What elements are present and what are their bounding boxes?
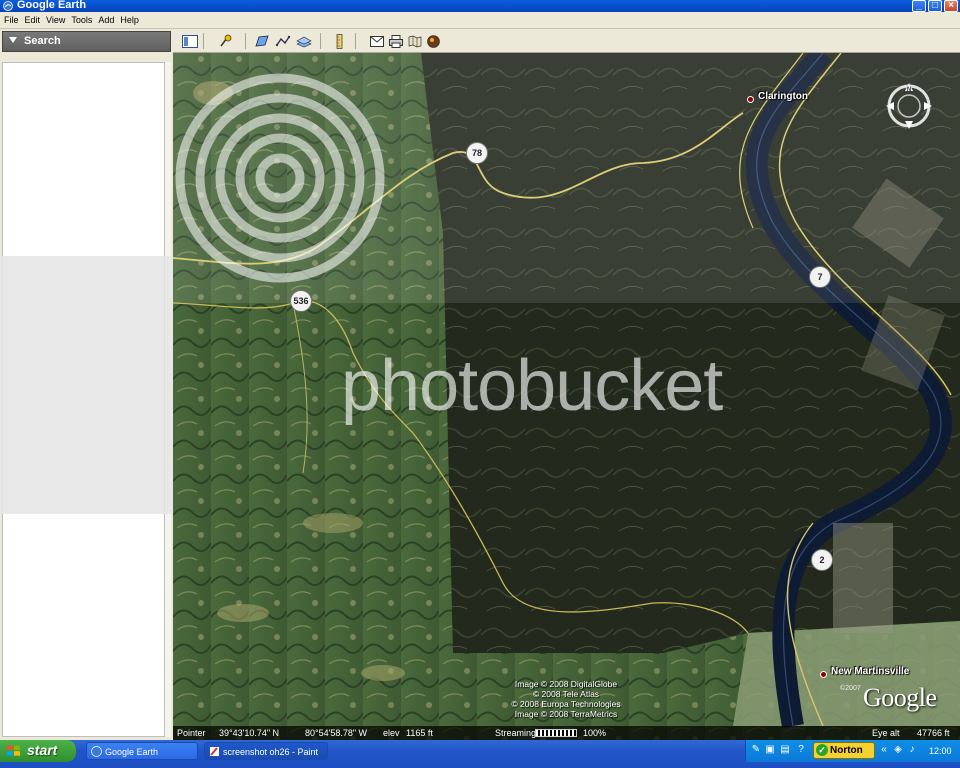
sky-icon[interactable] — [425, 33, 442, 49]
toolbar-separator — [355, 33, 356, 49]
path-icon[interactable] — [274, 33, 291, 49]
paint-icon — [210, 747, 219, 756]
search-panel-header[interactable]: Search — [2, 31, 171, 52]
credit-line: © 2008 Tele Atlas — [532, 689, 600, 699]
copyright-year: ©2007 — [840, 685, 861, 692]
system-tray: ✎ ▣ ▤ ? ✓ Norton « ◈ ♪ 12:00 PM — [745, 740, 960, 762]
network-tray-icon[interactable]: ▣ — [764, 744, 776, 756]
system-clock[interactable]: 12:00 PM — [929, 740, 960, 768]
pointer-longitude: 80°54'58.78" W — [305, 728, 368, 738]
compass-navigation-control[interactable]: N — [884, 81, 934, 131]
credit-line: Image © 2008 TerraMetrics — [514, 709, 618, 719]
windows-logo-icon — [7, 745, 20, 756]
volume-tray-icon[interactable]: ♪ — [906, 744, 918, 756]
taskbar-item-label: screenshot oh26 - Paint — [223, 747, 319, 757]
google-logo: Google — [863, 683, 937, 712]
place-marker-dot[interactable] — [747, 96, 754, 103]
imagery-credits: Image © 2008 DigitalGlobe © 2008 Tele At… — [491, 679, 641, 719]
collapse-arrow-icon[interactable] — [9, 37, 17, 43]
streaming-progress-bar — [535, 729, 577, 737]
image-overlay-icon[interactable] — [295, 33, 312, 49]
toolbar — [173, 29, 960, 53]
pen-tray-icon[interactable]: ✎ — [750, 744, 762, 756]
start-button[interactable]: start — [0, 740, 76, 762]
norton-tray-button[interactable]: ✓ Norton — [813, 742, 875, 759]
email-icon[interactable] — [368, 33, 385, 49]
checkmark-icon: ✓ — [816, 744, 828, 756]
menu-file[interactable]: File — [0, 12, 22, 28]
photobucket-watermark-text: photobucket — [341, 346, 723, 426]
route-shield-78[interactable]: 78 — [466, 142, 488, 164]
watermark-band — [0, 256, 173, 514]
menu-tools[interactable]: Tools — [68, 12, 95, 28]
ruler-icon[interactable] — [331, 33, 348, 49]
menu-help[interactable]: Help — [117, 12, 142, 28]
menu-view[interactable]: View — [43, 12, 68, 28]
norton-label: Norton — [830, 745, 863, 756]
place-marker-dot[interactable] — [820, 671, 827, 678]
place-label-new-martinsville[interactable]: New Martinsville — [831, 666, 909, 677]
show-in-maps-icon[interactable] — [406, 33, 423, 49]
maximize-icon: □ — [931, 0, 939, 11]
pointer-label: Pointer — [177, 728, 206, 738]
map-status-bar: Pointer 39°43'10.74" N 80°54'58.78" W el… — [173, 726, 960, 740]
minimize-button[interactable]: _ — [912, 0, 926, 12]
place-label-clarington[interactable]: Clarington — [758, 91, 808, 102]
placemark-icon[interactable] — [218, 33, 235, 49]
minimize-icon: _ — [916, 0, 922, 11]
security-tray-icon[interactable]: ◈ — [892, 744, 904, 756]
monitor-tray-icon[interactable]: ▤ — [779, 744, 791, 756]
compass-north-label: N — [907, 87, 911, 93]
maximize-button[interactable]: □ — [928, 0, 942, 12]
credit-line: Image © 2008 DigitalGlobe — [514, 679, 618, 689]
arrow-tray-icon[interactable]: « — [878, 744, 890, 756]
polygon-icon[interactable] — [253, 33, 270, 49]
toolbar-separator — [320, 33, 321, 49]
route-shield-536[interactable]: 536 — [290, 290, 312, 312]
close-icon: × — [948, 0, 954, 11]
windows-taskbar: start Google Earth screenshot oh26 - Pai… — [0, 740, 960, 768]
close-button[interactable]: × — [944, 0, 958, 12]
taskbar-item-label: Google Earth — [105, 747, 159, 757]
window-title: Google Earth — [17, 0, 87, 11]
google-earth-icon — [91, 746, 102, 757]
taskbar-item-paint[interactable]: screenshot oh26 - Paint — [204, 742, 328, 760]
toolbar-separator — [245, 33, 246, 49]
eye-alt-label: Eye alt — [872, 728, 900, 738]
taskbar-item-google-earth[interactable]: Google Earth — [86, 742, 198, 760]
menu-edit[interactable]: Edit — [22, 12, 44, 28]
earth-3d-view[interactable]: photobucket Clarington New Martinsville … — [173, 53, 960, 740]
sidebar: Search — [0, 29, 173, 741]
streaming-label: Streaming — [495, 728, 537, 738]
menu-add[interactable]: Add — [95, 12, 117, 28]
start-label: start — [27, 742, 58, 758]
route-shield-7[interactable]: 7 — [809, 266, 831, 288]
elevation-value: 1165 ft — [406, 728, 433, 738]
search-panel-label: Search — [24, 35, 61, 47]
streaming-percent: 100% — [583, 728, 607, 738]
eye-alt-value: 47766 ft — [917, 728, 950, 738]
pointer-latitude: 39°43'10.74" N — [219, 728, 280, 738]
credit-line: © 2008 Europa Technologies — [511, 699, 621, 709]
route-shield-2[interactable]: 2 — [811, 549, 833, 571]
sidebar-toggle-icon[interactable] — [181, 33, 198, 49]
title-bar[interactable]: Google Earth _ □ × — [0, 0, 960, 12]
google-earth-icon — [3, 1, 13, 11]
toolbar-separator — [203, 33, 204, 49]
print-icon[interactable] — [387, 33, 404, 49]
question-tray-icon[interactable]: ? — [795, 744, 807, 756]
menu-bar: File Edit View Tools Add Help — [0, 12, 960, 29]
elevation-label: elev — [383, 728, 400, 738]
